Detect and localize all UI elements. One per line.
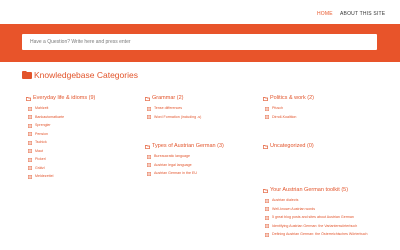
category-title-label: Grammar (2) (152, 95, 184, 101)
post-label: Bankautomatkarte (35, 114, 65, 119)
post-link[interactable]: 5 great blog posts and sites about Austr… (263, 215, 383, 220)
post-link[interactable]: Identifying Austrian German: the Variant… (263, 224, 383, 229)
document-icon (28, 174, 32, 179)
post-link[interactable]: Grätzl (26, 166, 146, 171)
document-icon (28, 140, 32, 145)
post-label: Dirndl-Koalition (272, 114, 297, 119)
post-link[interactable]: Tschick (26, 140, 146, 145)
post-link[interactable]: Dirndl-Koalition (263, 115, 383, 120)
search-banner (0, 24, 400, 62)
post-label: Mahlzeit (35, 106, 49, 110)
post-label: Grätzl (35, 165, 45, 170)
category-title-link[interactable]: Your Austrian German toolkit (5) (263, 187, 383, 194)
folder-icon (263, 144, 268, 149)
post-link[interactable]: Austrian dialects (263, 198, 383, 203)
document-icon (28, 149, 32, 153)
document-icon (28, 115, 32, 119)
folder-icon (263, 96, 268, 101)
post-label: Pfusch (272, 106, 283, 110)
document-icon (265, 198, 269, 203)
category-title-link[interactable]: Everyday life & idioms (9) (26, 95, 146, 102)
post-link[interactable]: Defining Austrian German: the Österreich… (263, 232, 383, 237)
post-link[interactable]: Bankautomatkarte (26, 115, 146, 120)
category-title-link[interactable]: Types of Austrian German (3) (145, 143, 265, 150)
document-icon (147, 154, 151, 159)
document-icon (28, 157, 32, 162)
category-title-label: Everyday life & idioms (9) (33, 95, 96, 101)
category-politics-work: Politics & work (2) Pfusch Dirndl-Koalit… (263, 95, 383, 123)
document-icon (28, 166, 32, 170)
category-grammar: Grammar (2) Tense differences Word Forma… (145, 95, 265, 123)
document-icon (28, 132, 32, 136)
nav-home-link[interactable]: HOME (317, 11, 333, 17)
category-title-label: Your Austrian German toolkit (5) (270, 187, 349, 193)
post-label: Well-known Austrian words (272, 206, 316, 211)
post-label: Word Formation (including -s) (154, 114, 202, 119)
post-label: Austrian legal language (154, 162, 192, 167)
post-link[interactable]: Pfusch (263, 106, 383, 111)
post-link[interactable]: Pension (26, 132, 146, 137)
category-title-link[interactable]: Politics & work (2) (263, 95, 383, 102)
folder-icon (145, 144, 150, 149)
folder-icon (145, 96, 150, 101)
category-title-label: Politics & work (2) (270, 95, 315, 101)
folder-icon (22, 71, 32, 79)
post-link[interactable]: Sprengler (26, 123, 146, 128)
top-navigation: HOME ABOUT THIS SITE (0, 0, 400, 24)
page-title: Knowledgebase Categories (22, 70, 138, 80)
post-label: Sprengler (35, 123, 51, 127)
document-icon (265, 115, 269, 119)
post-link[interactable]: Austrian legal language (145, 163, 265, 168)
post-label: Meldezettel (35, 174, 54, 178)
document-icon (147, 106, 151, 111)
post-label: Bureaucratic language (154, 154, 190, 158)
folder-icon (26, 96, 31, 101)
document-icon (265, 106, 269, 111)
page-title-text: Knowledgebase Categories (34, 70, 138, 80)
folder-icon (263, 188, 268, 193)
document-icon (147, 163, 151, 167)
nav-about-link[interactable]: ABOUT THIS SITE (340, 11, 385, 17)
post-link[interactable]: Bureaucratic language (145, 154, 265, 159)
post-link[interactable]: Meldezettel (26, 174, 146, 179)
category-title-link[interactable]: Uncategorized (0) (263, 143, 383, 150)
post-label: Defining Austrian German: the Österreich… (272, 232, 368, 236)
document-icon (147, 171, 151, 176)
post-link[interactable]: Maut (26, 149, 146, 154)
category-everyday-life: Everyday life & idioms (9) Mahlzeit Bank… (26, 95, 146, 183)
post-label: 5 great blog posts and sites about Austr… (272, 215, 354, 219)
post-link[interactable]: Mahlzeit (26, 106, 146, 111)
post-label: Pickerl (35, 157, 46, 161)
document-icon (147, 115, 151, 119)
category-uncategorized: Uncategorized (0) (263, 143, 383, 154)
category-title-label: Uncategorized (0) (270, 143, 314, 149)
search-input[interactable] (22, 34, 377, 50)
post-link[interactable]: Austrian German in the EU (145, 171, 265, 176)
category-austrian-german-toolkit: Your Austrian German toolkit (5) Austria… (263, 187, 383, 241)
post-label: Tschick (35, 140, 47, 144)
document-icon (265, 232, 269, 237)
category-title-label: Types of Austrian German (3) (152, 143, 224, 149)
document-icon (28, 123, 32, 128)
category-types-of-austrian-german: Types of Austrian German (3) Bureaucrati… (145, 143, 265, 180)
post-label: Maut (35, 148, 43, 153)
document-icon (28, 106, 32, 111)
document-icon (265, 215, 269, 220)
post-link[interactable]: Word Formation (including -s) (145, 115, 265, 120)
post-label: Pension (35, 131, 48, 136)
document-icon (265, 207, 269, 211)
post-link[interactable]: Tense differences (145, 106, 265, 111)
post-link[interactable]: Well-known Austrian words (263, 207, 383, 212)
post-label: Austrian German in the EU (154, 171, 197, 175)
category-title-link[interactable]: Grammar (2) (145, 95, 265, 102)
post-label: Identifying Austrian German: the Variant… (272, 223, 358, 228)
document-icon (265, 224, 269, 228)
post-link[interactable]: Pickerl (26, 157, 146, 162)
post-label: Tense differences (154, 106, 183, 110)
post-label: Austrian dialects (272, 198, 299, 202)
